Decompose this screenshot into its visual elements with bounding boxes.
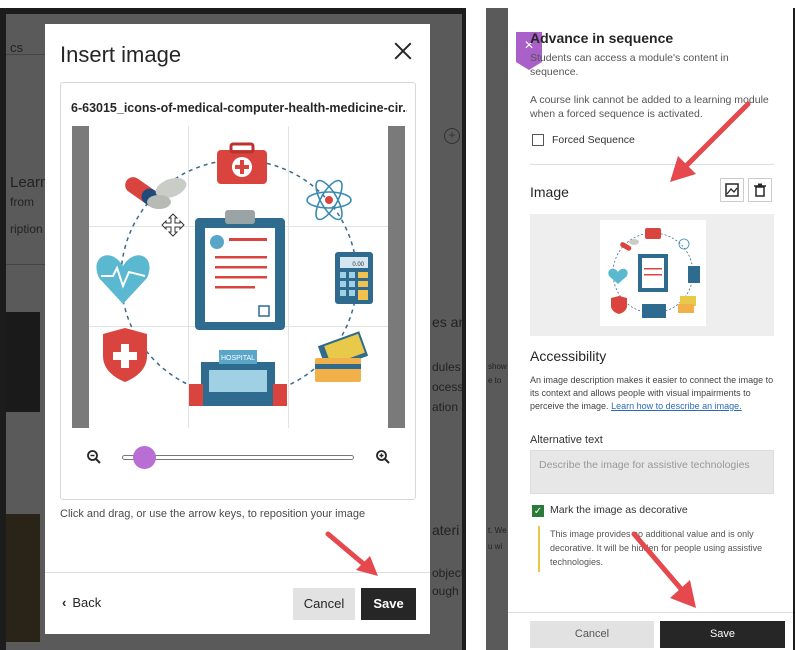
image-thumbnail [600,220,706,326]
cancel-button[interactable]: Cancel [530,621,654,648]
note-indicator [538,526,540,572]
bg-fragment: u wi [488,542,503,551]
bg-fragment: Learn [10,174,49,191]
bg-fragment: from [10,195,34,209]
crop-mask-left [72,126,89,428]
bg-fragment: dules [432,360,461,374]
zoom-slider-thumb[interactable] [133,446,156,469]
bg-thumbnail [6,312,40,412]
learn-link[interactable]: Learn how to describe an image. [611,401,742,411]
cancel-button[interactable]: Cancel [293,588,355,620]
modal-title: Insert image [60,42,182,67]
first-aid-kit-icon [217,142,267,184]
decorative-label: Mark the image as decorative [550,504,688,516]
move-cursor-icon [161,213,185,237]
close-icon[interactable] [392,40,414,62]
alt-text-field[interactable]: Describe the image for assistive technol… [530,450,774,494]
bg-divider [6,54,46,55]
modal-footer: ‹ Back Cancel Save [45,572,430,634]
panel-footer: Cancel Save [508,612,793,650]
delete-image-button[interactable] [748,178,772,202]
bg-fragment: ocess [432,380,462,394]
bg-fragment: e to [488,376,502,385]
decorative-checkbox[interactable]: ✓ [532,505,544,517]
atom-icon [306,179,352,221]
sequence-description: Students can access a module's content i… [530,52,729,78]
bg-fragment: ough [432,584,459,598]
zoom-control [86,445,391,469]
insert-image-modal: Insert image 6-63015_icons-of-medical-co… [45,24,430,634]
medical-icons-image: 0.00 HOSPITAL [96,142,373,406]
forced-sequence-checkbox[interactable] [532,134,544,146]
bg-add-icon: + [444,128,460,144]
bg-fragment: object [432,566,462,580]
course-link-note: A course link cannot be added to a learn… [530,94,769,120]
settings-panel: × Advance in sequence Students can acces… [508,8,793,650]
bg-fragment: es and [432,314,462,330]
accessibility-description: An image description makes it easier to … [530,374,776,413]
accessibility-heading: Accessibility [530,348,607,364]
background-page: show e to t. We u wi [486,8,508,650]
calculator-readout: 0.00 [352,262,364,268]
heart-icon [96,255,150,304]
alt-text-label: Alternative text [530,434,603,446]
bg-fragment: ateri [432,522,460,538]
reposition-helper-text: Click and drag, or use the arrow keys, t… [60,508,366,520]
decorative-note: This image provides no additional value … [550,529,763,567]
shield-icon [103,328,147,382]
image-edit-icon [725,183,739,197]
image-heading: Image [530,184,569,200]
bg-divider [6,264,46,265]
screenshot-stage: cs Learn from ription + es and dules oce… [0,0,795,650]
file-name: 6-63015_icons-of-medical-computer-health… [71,101,407,115]
trash-icon [754,183,766,197]
clipboard-icon [195,210,285,330]
insert-image-panel: cs Learn from ription + es and dules oce… [0,0,470,650]
image-preview [530,214,774,336]
zoom-slider-track[interactable] [122,455,354,460]
back-label: Back [72,595,102,610]
bg-thumbnail [6,514,40,642]
hospital-sign-text: HOSPITAL [221,355,255,362]
bg-fragment: t. We [488,526,507,535]
save-button[interactable]: Save [361,588,416,620]
bg-fragment: ation a [432,400,462,414]
bg-fragment: ription [10,222,43,236]
bg-fragment: cs [10,40,23,55]
zoom-in-icon[interactable] [375,449,391,465]
bg-fragment: show [488,362,507,371]
crop-area[interactable]: 0.00 HOSPITAL [72,126,405,428]
pills-icon [125,177,187,209]
money-card-icon [315,331,369,382]
zoom-out-icon[interactable] [86,449,102,465]
image-crop-card: 6-63015_icons-of-medical-computer-health… [60,82,416,500]
replace-image-button[interactable] [720,178,744,202]
crop-mask-right [388,126,405,428]
section-divider [530,164,774,165]
forced-sequence-label: Forced Sequence [552,134,635,146]
back-button[interactable]: ‹ Back [62,595,101,610]
sequence-title: Advance in sequence [530,30,674,46]
hospital-icon: HOSPITAL [189,350,287,406]
chevron-left-icon: ‹ [62,595,67,610]
calculator-icon: 0.00 [335,252,373,304]
save-button[interactable]: Save [660,621,785,648]
module-settings-panel: show e to t. We u wi × Advance in sequen… [486,8,795,650]
